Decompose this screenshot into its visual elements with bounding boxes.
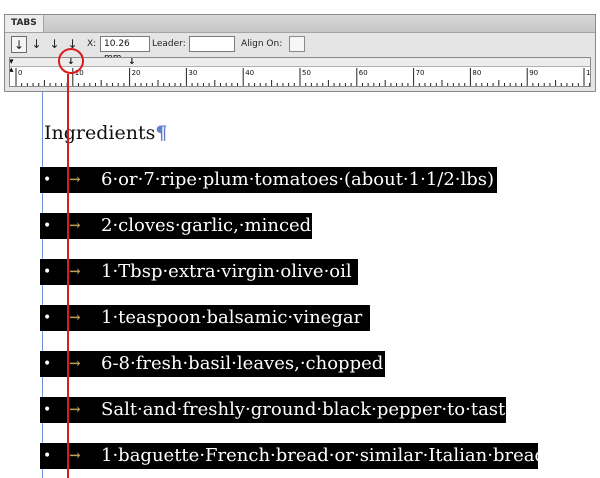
left-justified-tab-button[interactable]: ↓ xyxy=(11,36,27,53)
ruler-ticks xyxy=(15,68,590,86)
ruler-label: 70 xyxy=(415,69,425,77)
list-item[interactable]: • → 1·teaspoon·balsamic·vinegar xyxy=(40,305,370,331)
list-item[interactable]: • → 2·cloves·garlic,·minced xyxy=(40,213,312,239)
item-text: Salt·and·freshly·ground·black·pepper·to·… xyxy=(101,399,516,420)
item-text: 1·baguette·French·bread·or·similar·Itali… xyxy=(101,445,546,466)
tab-ruler[interactable]: ▾ ▴ ↓ ↓ 0102030405060708090100 xyxy=(9,57,591,87)
tab-character: → xyxy=(69,402,81,418)
item-text: 1·teaspoon·balsamic·vinegar xyxy=(101,307,363,328)
highlight-circle xyxy=(58,48,84,74)
ruler-label: 20 xyxy=(131,69,141,77)
pilcrow-mark: ¶ xyxy=(155,122,168,144)
right-justified-tab-icon: ↓ xyxy=(49,37,60,51)
ruler-label: 0 xyxy=(18,69,23,77)
ruler-label: 30 xyxy=(188,69,198,77)
ruler-label: 100 xyxy=(586,69,591,77)
bullet: • xyxy=(43,264,52,280)
tabs-panel: TABS ↓ ↓ ↓ ↓ X: 10.26 mm Leader: Align O… xyxy=(4,14,596,92)
bullet: • xyxy=(43,448,52,464)
item-text: 6-8·fresh·basil·leaves,·chopped. xyxy=(101,353,389,374)
tab-character: → xyxy=(69,310,81,326)
item-text: 2·cloves·garlic,·minced xyxy=(101,215,312,236)
bullet: • xyxy=(43,402,52,418)
tab-character: → xyxy=(69,356,81,372)
x-position-input[interactable]: 10.26 mm xyxy=(100,36,150,63)
left-justified-tab-icon: ↓ xyxy=(13,38,25,52)
ruler-label: 60 xyxy=(358,69,368,77)
item-text: 6·or·7·ripe·plum·tomatoes·(about·1·1/2·l… xyxy=(101,169,495,190)
ruler-label: 40 xyxy=(245,69,255,77)
x-position-label: X: xyxy=(87,39,97,49)
left-indent-marker[interactable]: ▴ xyxy=(10,66,14,75)
list-item[interactable]: • → 6·or·7·ripe·plum·tomatoes·(about·1·1… xyxy=(40,167,497,193)
heading-text: Ingredients xyxy=(44,122,156,144)
bullet: • xyxy=(43,310,52,326)
tab-position-guide xyxy=(67,74,69,478)
panel-title[interactable]: TABS xyxy=(5,15,44,32)
tab-stop-marker-2[interactable]: ↓ xyxy=(128,58,136,67)
ruler-label: 90 xyxy=(529,69,539,77)
right-justified-tab-button[interactable]: ↓ xyxy=(47,36,62,52)
tab-controls: ↓ ↓ ↓ ↓ X: 10.26 mm Leader: Align On: xyxy=(9,35,591,63)
panel-title-bar[interactable]: TABS xyxy=(5,15,595,33)
tab-character: → xyxy=(69,218,81,234)
bullet: • xyxy=(43,356,52,372)
bullet: • xyxy=(43,218,52,234)
align-on-label: Align On: xyxy=(241,39,283,49)
ruler-label: 80 xyxy=(472,69,482,77)
tab-character: → xyxy=(69,264,81,280)
ruler-label: 50 xyxy=(302,69,311,77)
list-item[interactable]: • → 6-8·fresh·basil·leaves,·chopped. xyxy=(40,351,389,377)
tab-character: → xyxy=(69,172,81,188)
list-item[interactable]: • → 1·Tbsp·extra·virgin·olive·oil xyxy=(40,259,358,285)
bullet: • xyxy=(43,172,52,188)
list-item[interactable]: • → Salt·and·freshly·ground·black·pepper… xyxy=(40,397,516,423)
item-text: 1·Tbsp·extra·virgin·olive·oil xyxy=(101,261,352,282)
center-justified-tab-button[interactable]: ↓ xyxy=(29,36,44,52)
list-item[interactable]: • → 1·baguette·French·bread·or·similar·I… xyxy=(40,443,546,469)
center-justified-tab-icon: ↓ xyxy=(31,37,42,51)
ingredients-heading: Ingredients¶ xyxy=(44,120,167,146)
leader-label: Leader: xyxy=(152,39,186,49)
tab-character: → xyxy=(69,448,81,464)
leader-input[interactable] xyxy=(189,36,235,52)
align-on-input[interactable] xyxy=(289,36,305,52)
